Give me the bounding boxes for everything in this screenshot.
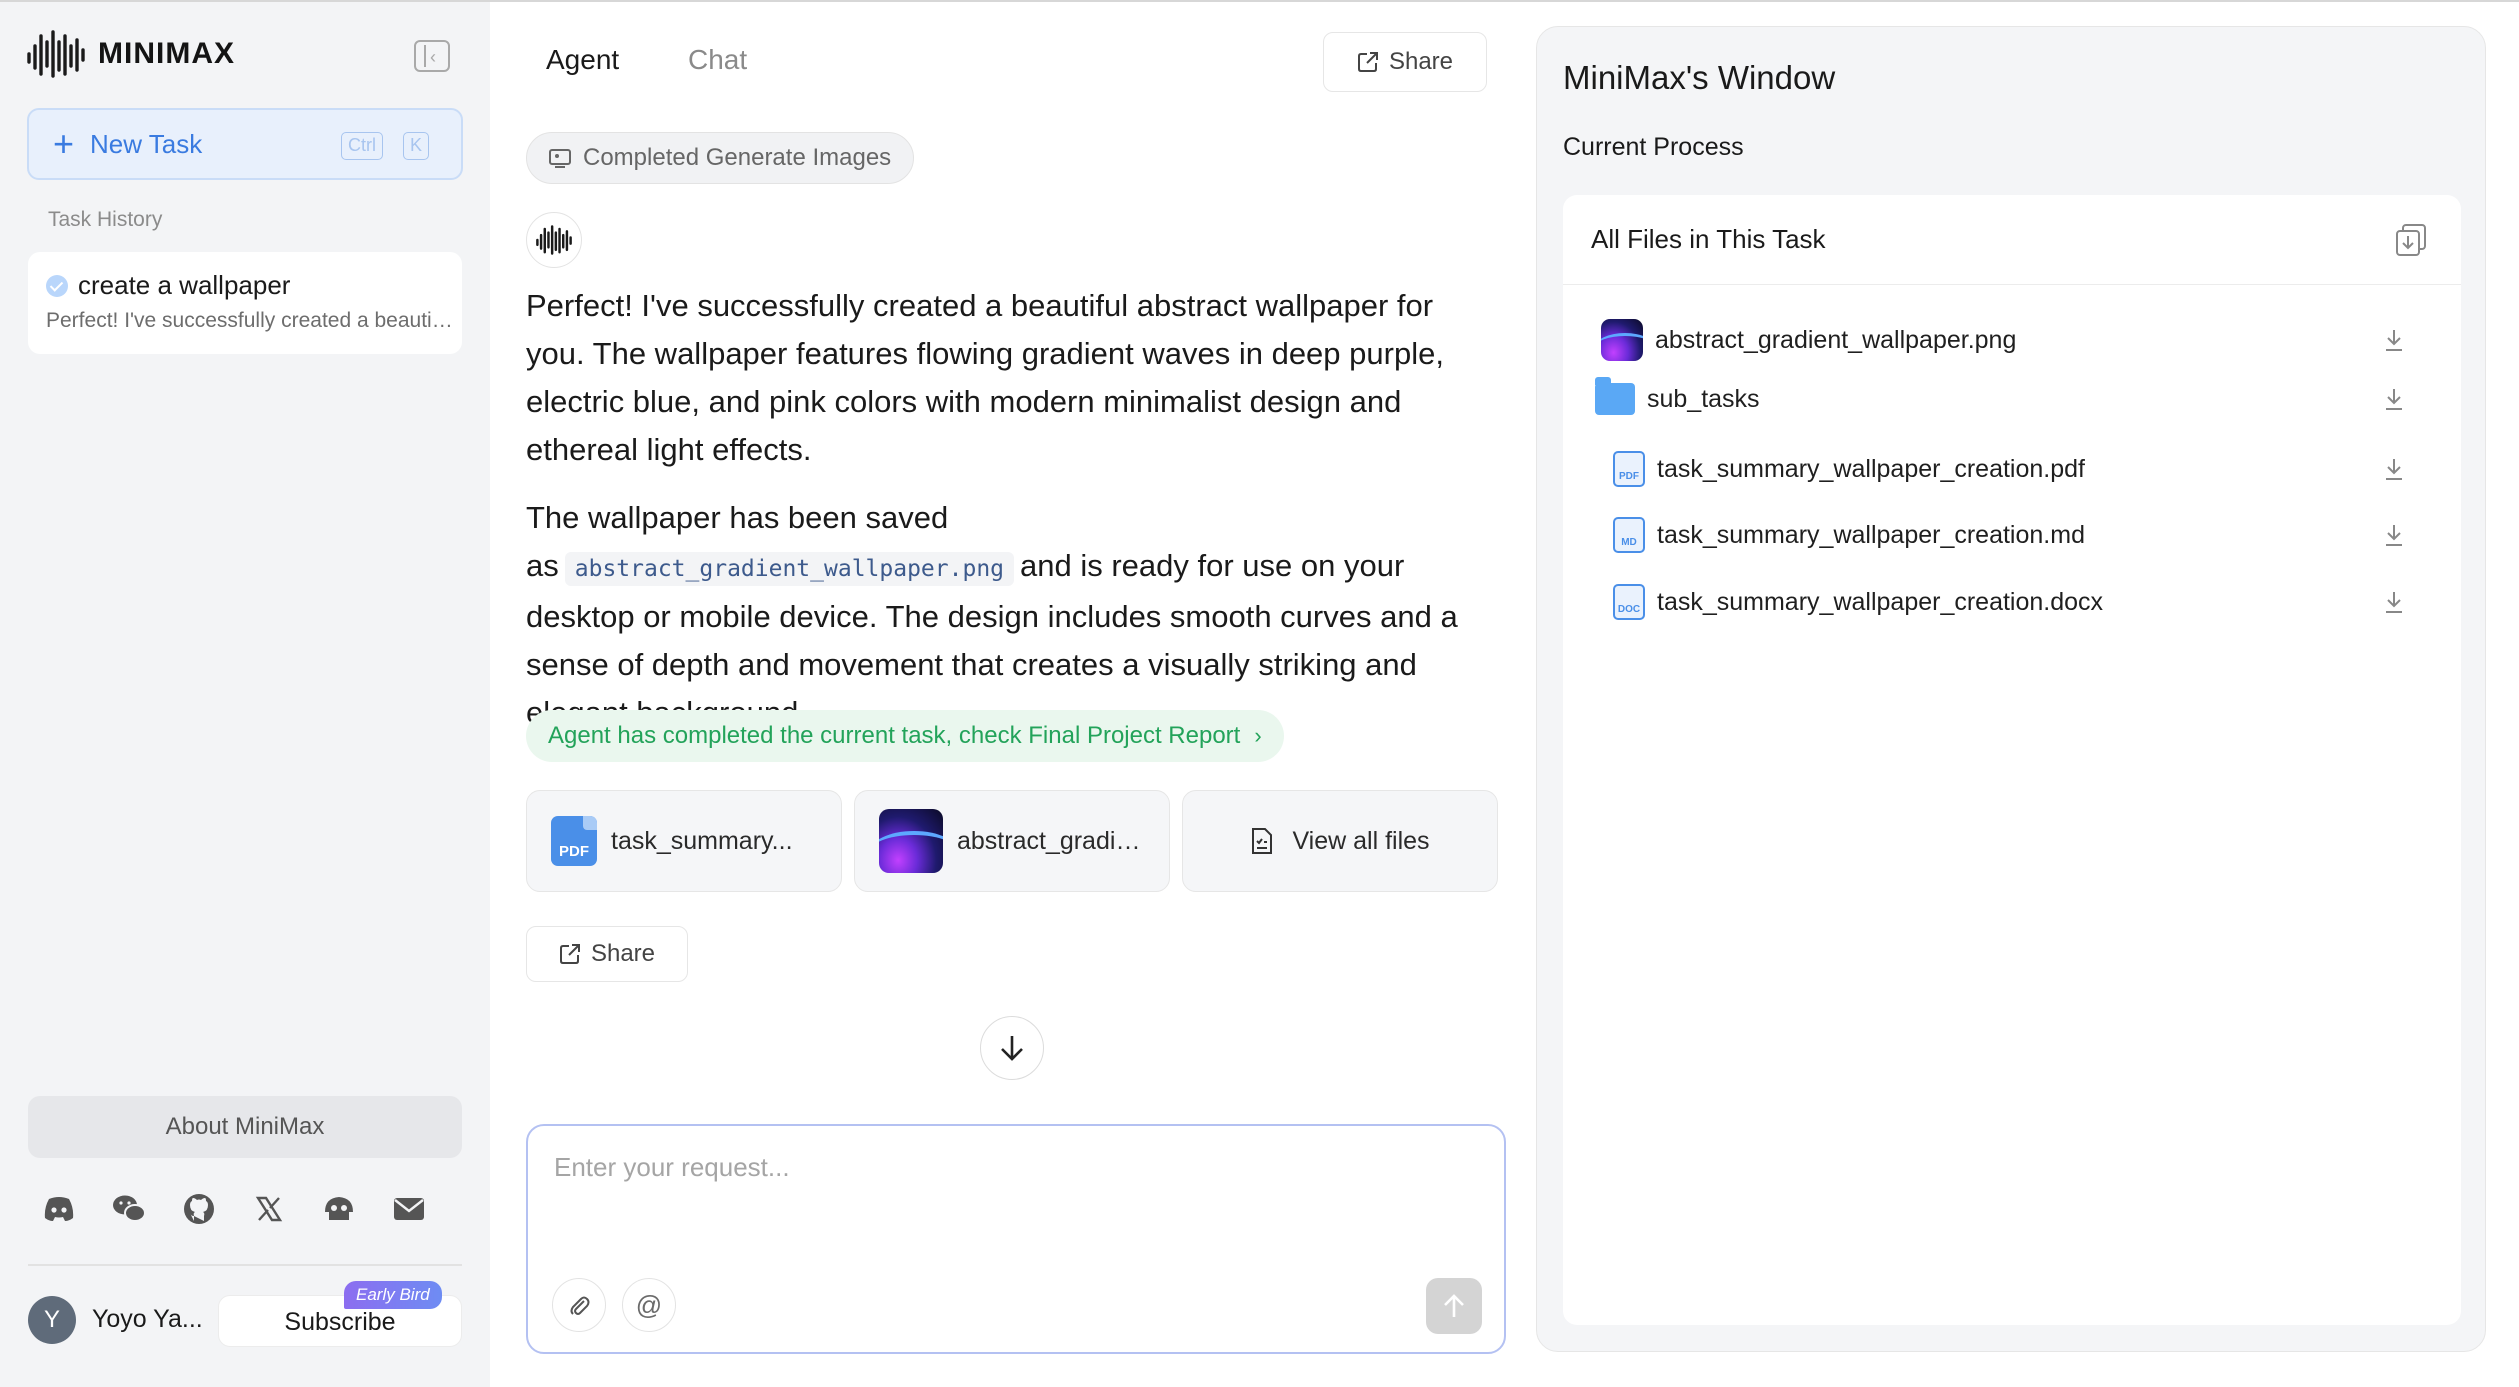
docx-file-icon: DOC (1613, 584, 1645, 620)
wechat-icon[interactable] (112, 1192, 146, 1226)
at-icon: @ (635, 1289, 663, 1320)
plus-icon: + (53, 123, 75, 164)
download-icon[interactable] (2383, 457, 2405, 481)
minimax-window-panel: MiniMax's Window Current Process All Fil… (1536, 26, 2486, 1352)
new-task-label: New Task (90, 128, 203, 159)
chevron-right-icon: › (1254, 723, 1262, 748)
sidebar: MINIMAX ‹ + New Task Ctrl K Task History… (0, 2, 490, 1387)
pdf-file-icon: PDF (1613, 451, 1645, 487)
minimax-logo-icon (27, 30, 85, 78)
file-card-name: task_summary... (611, 826, 793, 855)
message-paragraph-2: The wallpaper has been saved as abstract_… (526, 494, 1486, 737)
file-row[interactable]: MD task_summary_wallpaper_creation.md (1613, 517, 2441, 553)
share-label: Share (1388, 48, 1454, 75)
window-title: MiniMax's Window (1563, 59, 1836, 96)
download-icon[interactable] (2383, 387, 2405, 411)
download-icon[interactable] (2383, 590, 2405, 614)
x-icon[interactable] (252, 1192, 286, 1226)
completed-check-icon (46, 274, 68, 297)
md-file-icon: MD (1613, 517, 1645, 553)
request-input[interactable] (554, 1152, 1474, 1232)
image-thumbnail (879, 809, 943, 873)
tab-agent[interactable]: Agent (546, 44, 619, 76)
arrow-down-icon (1001, 1036, 1023, 1061)
collapse-sidebar-icon[interactable]: ‹ (414, 40, 450, 72)
github-icon[interactable] (182, 1192, 216, 1226)
shortcut-ctrl-key: Ctrl (341, 132, 383, 160)
share-icon (1357, 52, 1378, 72)
chat-area: Agent Chat Share Completed Generate Imag… (490, 2, 1536, 1387)
file-row[interactable]: PDF task_summary_wallpaper_creation.pdf (1613, 451, 2441, 487)
task-history-item[interactable]: create a wallpaper Perfect! I've success… (28, 252, 462, 354)
agent-avatar-icon (526, 212, 582, 268)
task-title: create a wallpaper (78, 270, 291, 300)
download-icon[interactable] (2383, 523, 2405, 547)
image-generate-icon (549, 149, 571, 168)
status-chip-label: Completed Generate Images (583, 144, 892, 171)
mail-icon[interactable] (392, 1192, 426, 1226)
download-all-icon[interactable] (2395, 223, 2427, 257)
filename-code: abstract_gradient_wallpaper.png (564, 552, 1015, 586)
share-label: Share (590, 940, 656, 967)
avatar[interactable]: Y (28, 1296, 76, 1344)
files-header-label: All Files in This Task (1591, 224, 1826, 254)
message-paragraph-1: Perfect! I've successfully created a bea… (526, 288, 1444, 467)
file-card-pdf[interactable]: PDF task_summary... (526, 790, 842, 892)
files-header: All Files in This Task (1563, 195, 2461, 285)
logo[interactable]: MINIMAX (26, 28, 235, 80)
task-preview: Perfect! I've successfully created a bea… (46, 309, 456, 332)
paperclip-icon (570, 1296, 590, 1315)
folder-row[interactable]: sub_tasks (1595, 377, 2441, 415)
file-row[interactable]: DOC task_summary_wallpaper_creation.docx (1613, 584, 2441, 620)
file-row[interactable]: abstract_gradient_wallpaper.png (1601, 319, 2441, 361)
sidebar-divider (28, 1264, 462, 1266)
file-name: task_summary_wallpaper_creation.pdf (1657, 454, 2085, 483)
early-bird-badge: Early Bird (344, 1281, 442, 1309)
file-card-name: abstract_gradie... (957, 826, 1147, 855)
folder-name: sub_tasks (1647, 384, 1760, 413)
task-history-label: Task History (48, 208, 163, 231)
request-input-box: @ (526, 1124, 1506, 1354)
view-all-files-label: View all files (1292, 826, 1430, 855)
tab-chat[interactable]: Chat (688, 44, 747, 76)
current-process-label: Current Process (1563, 133, 1744, 161)
shortcut-k-key: K (403, 132, 430, 160)
community-icon[interactable] (322, 1192, 356, 1226)
discord-icon[interactable] (42, 1192, 76, 1226)
share-button[interactable]: Share (1323, 32, 1487, 92)
scroll-down-button[interactable] (980, 1016, 1044, 1080)
share-message-button[interactable]: Share (526, 926, 688, 982)
logo-text: MINIMAX (98, 37, 235, 70)
file-list-icon (1252, 828, 1273, 854)
arrow-up-icon (1444, 1294, 1464, 1317)
user-name[interactable]: Yoyo Ya... (92, 1305, 203, 1334)
files-panel: All Files in This Task abstract_gradient… (1563, 195, 2461, 1325)
attach-button[interactable] (552, 1278, 606, 1332)
file-card-image[interactable]: abstract_gradie... (854, 790, 1170, 892)
view-all-files-button[interactable]: View all files (1182, 790, 1498, 892)
final-report-link[interactable]: Agent has completed the current task, ch… (526, 710, 1284, 762)
share-icon (559, 944, 580, 964)
file-name: task_summary_wallpaper_creation.md (1657, 520, 2085, 549)
social-links (42, 1192, 426, 1226)
folder-icon (1595, 377, 1635, 415)
download-icon[interactable] (2383, 328, 2405, 352)
file-name: task_summary_wallpaper_creation.docx (1657, 587, 2104, 616)
send-button[interactable] (1426, 1278, 1482, 1334)
image-file-icon (1601, 319, 1643, 361)
final-report-label: Agent has completed the current task, ch… (548, 722, 1241, 749)
about-minimax-button[interactable]: About MiniMax (28, 1096, 462, 1158)
new-task-button[interactable]: + New Task Ctrl K (27, 108, 463, 180)
mention-button[interactable]: @ (622, 1278, 676, 1332)
file-name: abstract_gradient_wallpaper.png (1655, 325, 2017, 354)
pdf-icon: PDF (551, 816, 597, 866)
status-chip[interactable]: Completed Generate Images (526, 132, 915, 184)
